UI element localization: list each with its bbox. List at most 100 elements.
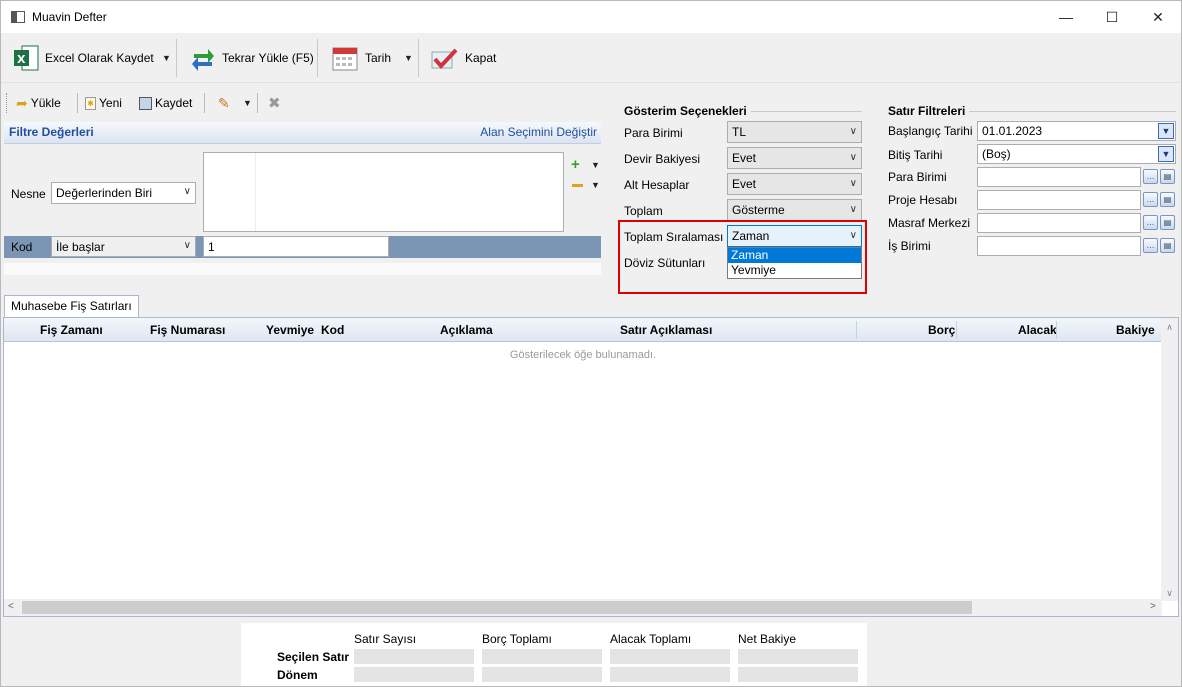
column-header[interactable]: Fiş Numarası — [150, 323, 225, 337]
list-button[interactable]: ▤ — [1160, 238, 1175, 253]
ellipsis-button[interactable]: … — [1143, 192, 1158, 207]
nesne-row: Nesne Değerlerinden Biri ∨ — [4, 152, 201, 236]
close-window-button[interactable]: ✕ — [1135, 1, 1181, 33]
summary-cell — [482, 667, 602, 682]
row-filter-label-project: Proje Hesabı — [888, 193, 958, 207]
column-divider — [856, 321, 857, 339]
add-icon[interactable]: + — [571, 156, 580, 173]
main-window: Muavin Defter — ☐ ✕ X Excel Olarak Kayde… — [0, 0, 1182, 687]
column-divider — [1056, 321, 1057, 339]
date-dropdown-icon[interactable]: ▼ — [1158, 146, 1174, 162]
calendar-icon — [332, 47, 358, 71]
end-date-input[interactable]: (Boş) ▼ — [977, 144, 1176, 164]
scroll-left-icon[interactable]: < — [8, 601, 14, 612]
excel-dropdown-icon[interactable]: ▼ — [162, 53, 171, 63]
column-header[interactable]: Bakiye — [1116, 323, 1155, 337]
chevron-down-icon: ∨ — [849, 126, 857, 137]
kod-operator-select[interactable]: İle başlar ∨ — [51, 236, 196, 257]
chevron-down-icon: ∨ — [183, 186, 191, 197]
column-divider — [956, 321, 957, 339]
list-button[interactable]: ▤ — [1160, 192, 1175, 207]
scroll-thumb[interactable] — [22, 601, 972, 614]
reload-button[interactable]: Tekrar Yükle (F5) — [186, 40, 318, 76]
business-unit-filter-input[interactable] — [977, 236, 1141, 256]
start-date-input[interactable]: 01.01.2023 ▼ — [977, 121, 1176, 141]
horizontal-scrollbar[interactable]: < > — [4, 599, 1162, 616]
column-header[interactable]: Alacak — [1018, 323, 1057, 337]
new-button[interactable]: ✱ Yeni — [85, 89, 122, 117]
total-select[interactable]: Gösterme ∨ — [727, 199, 862, 221]
row-filter-label-business-unit: İş Birimi — [888, 239, 931, 253]
change-fields-link[interactable]: Alan Seçimini Değiştir — [480, 125, 597, 139]
row-filter-label-cost-center: Masraf Merkezi — [888, 216, 971, 230]
maximize-button[interactable]: ☐ — [1089, 1, 1135, 33]
column-header[interactable]: Fiş Zamanı — [40, 323, 103, 337]
summary-header: Satır Sayısı — [354, 632, 417, 646]
scroll-down-icon[interactable]: ∨ — [1161, 588, 1178, 599]
nesne-select[interactable]: Değerlerinden Biri ∨ — [51, 182, 196, 204]
row-filter-label-start: Başlangıç Tarihi — [888, 124, 973, 138]
summary-cell — [738, 667, 858, 682]
summary-cell — [610, 667, 730, 682]
main-toolbar: X Excel Olarak Kaydet ▼ Tekrar Yükle (F5… — [1, 33, 1181, 83]
column-header[interactable]: Yevmiye — [266, 323, 314, 337]
scroll-right-icon[interactable]: > — [1150, 601, 1156, 612]
summary-cell — [354, 649, 474, 664]
new-file-icon: ✱ — [85, 96, 96, 110]
filter-panel: Nesne Değerlerinden Biri ∨ + ▼ ▼ Kod İle… — [4, 144, 601, 294]
row-filter-label-end: Bitiş Tarihi — [888, 148, 943, 162]
clear-brush-button[interactable]: ✎ — [218, 89, 230, 117]
list-button[interactable]: ▤ — [1160, 169, 1175, 184]
kod-input[interactable]: 1 — [203, 236, 389, 257]
subaccounts-select[interactable]: Evet ∨ — [727, 173, 862, 195]
add-dropdown-icon[interactable]: ▼ — [591, 160, 600, 170]
display-options-title: Gösterim Seçenekleri — [624, 104, 747, 118]
section-line — [969, 111, 1176, 112]
section-line — [751, 111, 862, 112]
toolbar-separator — [176, 39, 177, 77]
tab-muhasebe-fis-satirlari[interactable]: Muhasebe Fiş Satırları — [4, 295, 139, 317]
brush-dropdown-icon[interactable]: ▼ — [243, 98, 252, 108]
chevron-down-icon: ∨ — [183, 240, 191, 251]
column-header[interactable]: Satır Açıklaması — [620, 323, 712, 337]
date-button[interactable]: Tarih — [327, 40, 395, 76]
display-label-carryover: Devir Bakiyesi — [624, 152, 701, 166]
vertical-scrollbar[interactable]: ∧ ∨ — [1161, 318, 1178, 601]
remove-icon[interactable] — [572, 184, 583, 187]
close-button[interactable]: Kapat — [425, 40, 500, 76]
minimize-button[interactable]: — — [1043, 1, 1089, 33]
cost-center-filter-input[interactable] — [977, 213, 1141, 233]
kod-input-value: 1 — [208, 239, 215, 254]
column-header[interactable]: Açıklama — [440, 323, 493, 337]
column-header[interactable]: Borç — [928, 323, 955, 337]
summary-cell — [482, 649, 602, 664]
display-label-currency: Para Birimi — [624, 126, 683, 140]
currency-filter-input[interactable] — [977, 167, 1141, 187]
display-label-total: Toplam — [624, 204, 663, 218]
remove-dropdown-icon[interactable]: ▼ — [591, 180, 600, 190]
summary-cell — [738, 649, 858, 664]
save-button[interactable]: Kaydet — [139, 89, 192, 117]
column-header[interactable]: Kod — [321, 323, 344, 337]
filter-spacer — [4, 263, 601, 275]
nesne-values-list[interactable] — [203, 152, 564, 232]
carryover-select[interactable]: Evet ∨ — [727, 147, 862, 169]
currency-select[interactable]: TL ∨ — [727, 121, 862, 143]
load-icon: ➦ — [16, 94, 28, 111]
load-button[interactable]: ➦ Yükle — [16, 89, 61, 117]
ellipsis-button[interactable]: … — [1143, 238, 1158, 253]
carryover-value: Evet — [732, 151, 757, 165]
ellipsis-button[interactable]: … — [1143, 215, 1158, 230]
delete-button[interactable]: ✖ — [268, 89, 281, 117]
delete-x-icon: ✖ — [268, 95, 281, 112]
svg-text:X: X — [17, 53, 26, 66]
project-filter-input[interactable] — [977, 190, 1141, 210]
list-button[interactable]: ▤ — [1160, 215, 1175, 230]
date-dropdown-icon[interactable]: ▼ — [404, 53, 413, 63]
ellipsis-button[interactable]: … — [1143, 169, 1158, 184]
window-title: Muavin Defter — [32, 10, 107, 24]
filter-title: Filtre Değerleri — [9, 125, 94, 139]
date-dropdown-icon[interactable]: ▼ — [1158, 123, 1174, 139]
scroll-up-icon[interactable]: ∧ — [1161, 318, 1178, 333]
excel-save-button[interactable]: X Excel Olarak Kaydet — [9, 40, 158, 76]
